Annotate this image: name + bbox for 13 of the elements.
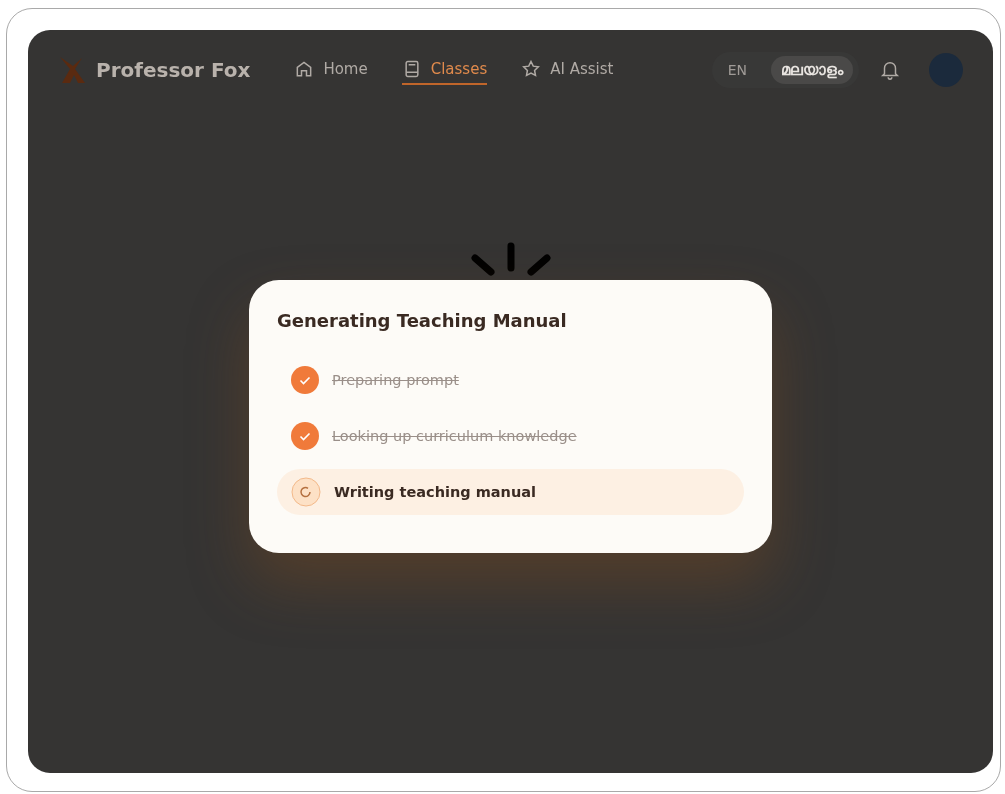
language-option[interactable]: മലയാളം [771, 56, 853, 84]
step-label: Writing teaching manual [334, 484, 536, 500]
notifications-button[interactable] [879, 59, 901, 81]
nav-tab[interactable]: Classes [401, 55, 488, 85]
brand-name: Professor Fox [96, 58, 251, 82]
step-label: Preparing prompt [332, 372, 459, 388]
bell-icon [879, 59, 901, 81]
step-label: Looking up curriculum knowledge [332, 428, 577, 444]
nav-tab[interactable]: Home [294, 55, 368, 85]
language-option[interactable]: EN [717, 57, 757, 83]
dialog-title: Generating Teaching Manual [277, 310, 568, 331]
nav-tab[interactable]: AI Assist [521, 55, 614, 85]
star-icon [521, 59, 542, 79]
